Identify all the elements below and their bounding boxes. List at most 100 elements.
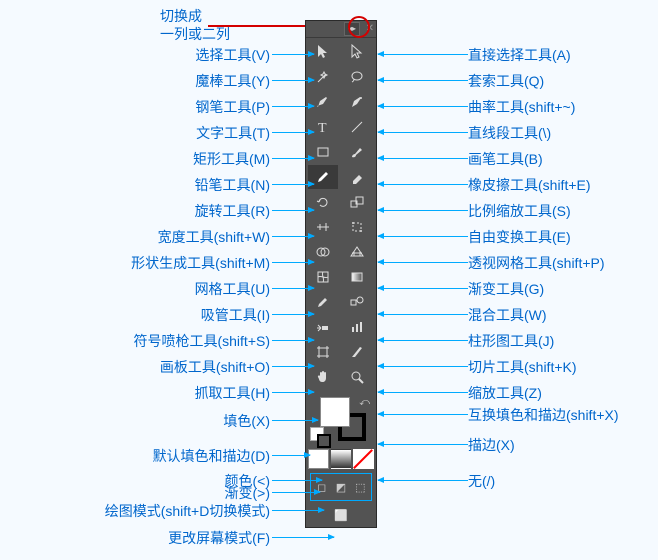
artboard-tool[interactable] (308, 340, 338, 364)
draw-mode-label: 绘图模式(shift+D切换模式) (105, 501, 270, 521)
selection-tool-label: 选择工具(V) (195, 45, 270, 65)
draw-inside-button[interactable]: ⬚ (352, 477, 369, 497)
slice-tool[interactable] (342, 340, 372, 364)
fill-swatch[interactable] (320, 397, 350, 427)
svg-text:T: T (318, 121, 327, 135)
arrow (378, 184, 468, 185)
line-tool-label: 直线段工具(\) (468, 123, 551, 143)
free-transform-tool-label: 自由变换工具(E) (468, 227, 571, 247)
hand-tool-label: 抓取工具(H) (195, 383, 270, 403)
type-tool[interactable]: T (308, 115, 338, 139)
brush-tool-label: 画笔工具(B) (468, 149, 543, 169)
zoom-tool[interactable] (342, 365, 372, 389)
screen-mode-button[interactable]: ⬜ (325, 505, 357, 525)
arrow (378, 80, 468, 81)
pen-tool-label: 钢笔工具(P) (195, 97, 270, 117)
type-tool-label: 文字工具(T) (196, 123, 270, 143)
curvature-tool-label: 曲率工具(shift+~) (468, 97, 575, 117)
none-mode-label: 无(/) (468, 471, 495, 491)
eraser-tool[interactable] (342, 165, 372, 189)
arrow (272, 314, 314, 315)
arrow (378, 210, 468, 211)
arrow (378, 414, 468, 415)
eyedropper-tool-label: 吸管工具(I) (201, 305, 270, 325)
arrow (378, 262, 468, 263)
arrow (378, 106, 468, 107)
default-fill-stroke-label: 默认填色和描边(D) (153, 446, 270, 466)
draw-behind-button[interactable]: ◩ (332, 477, 349, 497)
blend-tool[interactable] (342, 290, 372, 314)
arrow (272, 262, 314, 263)
arrow (272, 210, 314, 211)
arrow (272, 106, 314, 107)
curvature-tool[interactable] (342, 90, 372, 114)
arrow (272, 132, 314, 133)
symbol-sprayer-tool-label: 符号喷枪工具(shift+S) (133, 331, 270, 351)
arrow (272, 492, 320, 493)
brush-tool[interactable] (342, 140, 372, 164)
pen-tool[interactable] (308, 90, 338, 114)
arrow (272, 455, 310, 456)
arrow (272, 158, 314, 159)
arrow (272, 184, 314, 185)
arrow (378, 314, 468, 315)
symbol-sprayer-tool[interactable] (308, 315, 338, 339)
zoom-tool-label: 缩放工具(Z) (468, 383, 542, 403)
mesh-tool-label: 网格工具(U) (195, 279, 270, 299)
rectangle-tool-label: 矩形工具(M) (193, 149, 270, 169)
column-graph-tool[interactable] (342, 315, 372, 339)
swap-fill-stroke-label: 互换填色和描边(shift+X) (468, 405, 619, 425)
magic-wand-tool-label: 魔棒工具(Y) (195, 71, 270, 91)
direct-selection-tool[interactable] (342, 40, 372, 64)
scale-tool-label: 比例缩放工具(S) (468, 201, 571, 221)
arrow (272, 392, 314, 393)
swap-fill-stroke-icon[interactable]: ⤺ (359, 397, 370, 408)
arrow (378, 236, 468, 237)
free-transform-tool[interactable] (342, 215, 372, 239)
width-tool-label: 宽度工具(shift+W) (158, 227, 270, 247)
arrow (378, 340, 468, 341)
arrow (378, 480, 468, 481)
gradient-tool-label: 渐变工具(G) (468, 279, 544, 299)
arrow (272, 340, 314, 341)
toggle-title: 切换成 (160, 6, 202, 26)
fill-swatch-label: 填色(X) (223, 411, 270, 431)
perspective-grid-tool-label: 透视网格工具(shift+P) (468, 253, 605, 273)
arrow (378, 288, 468, 289)
arrow (378, 392, 468, 393)
arrow (378, 132, 468, 133)
arrow (272, 80, 314, 81)
gradient-mode-label: 渐变(>) (225, 483, 271, 503)
artboard-tool-label: 画板工具(shift+O) (160, 357, 270, 377)
annotation-circle (348, 16, 370, 38)
lasso-tool[interactable] (342, 65, 372, 89)
arrow (272, 480, 322, 481)
arrow (378, 54, 468, 55)
arrow (272, 510, 324, 511)
scale-tool[interactable] (342, 190, 372, 214)
column-graph-tool-label: 柱形图工具(J) (468, 331, 554, 351)
screen-mode-label: 更改屏幕模式(F) (168, 528, 270, 548)
line-tool[interactable] (342, 115, 372, 139)
default-fill-stroke-icon[interactable] (310, 427, 324, 441)
arrow (378, 366, 468, 367)
slice-tool-label: 切片工具(shift+K) (468, 357, 577, 377)
arrow (272, 537, 334, 538)
direct-selection-tool-label: 直接选择工具(A) (468, 45, 571, 65)
tools-panel: ◂▸ ✕ T (305, 20, 377, 528)
none-mode-button[interactable] (353, 449, 374, 469)
gradient-mode-button[interactable] (331, 449, 352, 469)
gradient-tool[interactable] (342, 265, 372, 289)
perspective-grid-tool[interactable] (342, 240, 372, 264)
toggle-subtitle: 一列或二列 (160, 24, 230, 44)
arrow (272, 420, 318, 421)
lasso-tool-label: 套索工具(Q) (468, 71, 544, 91)
arrow (378, 444, 468, 445)
eraser-tool-label: 橡皮擦工具(shift+E) (468, 175, 591, 195)
color-mode-button[interactable] (308, 449, 329, 469)
rotate-tool-label: 旋转工具(R) (195, 201, 270, 221)
arrow (272, 236, 314, 237)
arrow (272, 366, 314, 367)
arrow (272, 288, 314, 289)
shape-builder-tool-label: 形状生成工具(shift+M) (131, 253, 270, 273)
